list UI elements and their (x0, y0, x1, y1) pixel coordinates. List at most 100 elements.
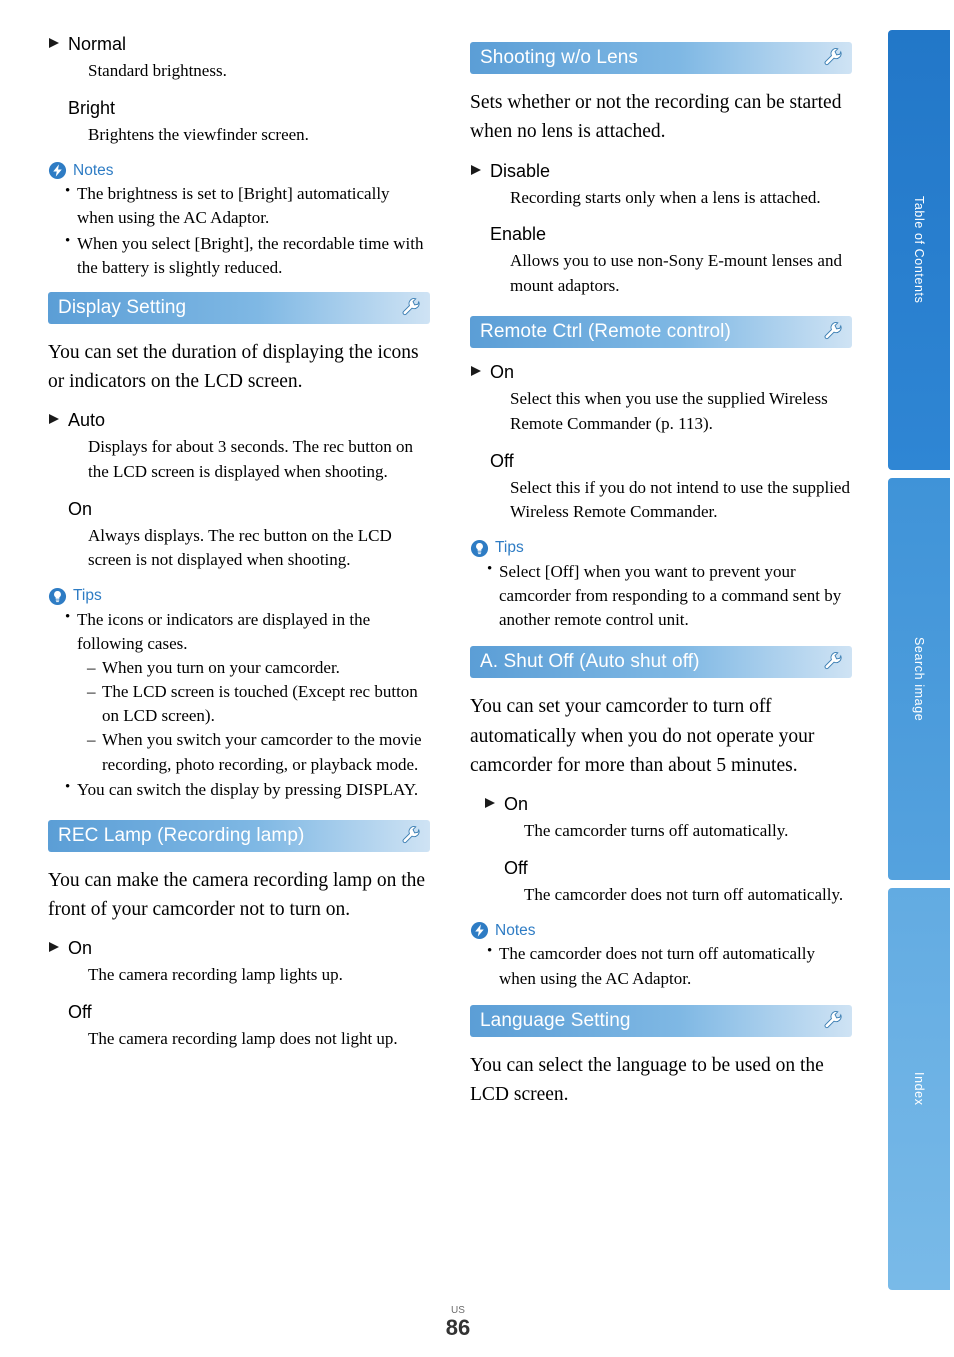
wrench-icon (822, 1010, 844, 1032)
left-column: Normal Standard brightness. Bright Brigh… (48, 34, 430, 1066)
page-footer: US 86 (418, 1305, 498, 1340)
triangle-bullet-icon (48, 938, 64, 953)
section-title: Display Setting (58, 296, 187, 318)
tips-sub-list: When you turn on your camcorder. The LCD… (77, 656, 430, 777)
section-header-rec-lamp: REC Lamp (Recording lamp) (48, 819, 430, 852)
option-description: Standard brightness. (88, 61, 227, 80)
list-item: The icons or indicators are displayed in… (65, 607, 430, 777)
page-number: 86 (445, 1314, 471, 1340)
list-item-text: The icons or indicators are displayed in… (77, 609, 371, 653)
tips-label: Tips (495, 539, 524, 557)
option-label: Auto (68, 410, 106, 431)
sidebar-item-table-of-contents[interactable]: Table of Contents (888, 30, 950, 470)
option-description: Select this if you do not intend to use … (510, 477, 850, 522)
notes-label: Notes (495, 921, 536, 939)
section-header-remote-ctrl: Remote Ctrl (Remote control) (470, 316, 852, 349)
option-row: Off (48, 1002, 430, 1023)
tips-icon (470, 539, 489, 558)
option-row: On (470, 794, 852, 815)
list-item: The LCD screen is touched (Except rec bu… (87, 680, 430, 728)
list-item: When you select [Bright], the recordable… (65, 231, 430, 280)
sidebar-item-search-image[interactable]: Search image (888, 478, 950, 880)
option-row: Normal (48, 34, 430, 55)
right-column: Shooting w/o Lens Sets whether or not th… (470, 34, 852, 1123)
option-label: Enable (490, 224, 547, 245)
tab-label-index: Index (912, 1072, 926, 1106)
section-header-auto-shut-off: A. Shut Off (Auto shut off) (470, 646, 852, 679)
list-item: Select [Off] when you want to prevent yo… (487, 559, 852, 632)
option-row: Enable (470, 224, 852, 245)
section-title: REC Lamp (Recording lamp) (58, 824, 305, 846)
option-label: Normal (68, 34, 127, 54)
wrench-icon (822, 651, 844, 673)
option-label: On (490, 362, 515, 383)
option-label: On (68, 938, 93, 959)
option-description: The camcorder does not turn off automati… (524, 884, 844, 904)
option-row: On (470, 362, 852, 383)
tab-label-table-of-contents: Table of Contents (912, 196, 926, 304)
section-body: You can select the language to be used o… (470, 1054, 824, 1105)
notes-icon (470, 921, 489, 940)
option-row: Off (470, 858, 852, 879)
notes-label: Notes (73, 161, 114, 179)
side-tab-rail: Table of Contents Search image Index (888, 30, 954, 1290)
triangle-bullet-icon (48, 34, 64, 49)
list-item: When you turn on your camcorder. (87, 656, 430, 680)
option-description: Allows you to use non-Sony E-mount lense… (510, 251, 842, 295)
option-description: Always displays. The rec button on the L… (88, 525, 392, 570)
tips-heading: Tips (470, 539, 852, 558)
section-body: You can set the duration of displaying t… (48, 341, 419, 393)
wrench-icon (400, 297, 422, 319)
triangle-bullet-icon (48, 410, 64, 425)
option-label: On (68, 498, 93, 519)
wrench-icon (400, 825, 422, 847)
option-label: On (504, 794, 529, 815)
tips-icon (48, 587, 67, 606)
notes-icon (48, 161, 67, 180)
triangle-bullet-icon (470, 362, 486, 377)
section-body: You can make the camera recording lamp o… (48, 869, 426, 921)
section-title: Language Setting (480, 1009, 631, 1031)
option-label: Off (490, 450, 514, 471)
tab-label-search-image: Search image (912, 636, 926, 722)
notes-heading: Notes (48, 161, 430, 180)
tips-label: Tips (73, 587, 102, 605)
notes-list: The brightness is set to [Bright] automa… (48, 181, 430, 280)
section-title: Remote Ctrl (Remote control) (480, 321, 731, 343)
option-row: On (48, 499, 430, 520)
section-title: Shooting w/o Lens (480, 47, 639, 68)
option-description: The camera recording lamp lights up. (88, 965, 343, 985)
option-description: Select this when you use the supplied Wi… (510, 389, 828, 434)
section-header-shooting-wo-lens: Shooting w/o Lens (470, 42, 852, 74)
option-label: Off (504, 857, 528, 878)
option-row: On (48, 938, 430, 959)
triangle-bullet-icon (470, 161, 486, 176)
option-label: Off (68, 1001, 92, 1022)
option-description: The camcorder turns off automatically. (524, 821, 789, 841)
wrench-icon (822, 321, 844, 343)
notes-list: The camcorder does not turn off automati… (470, 941, 852, 990)
tips-list: The icons or indicators are displayed in… (48, 607, 430, 802)
list-item: The brightness is set to [Bright] automa… (65, 181, 430, 230)
option-label: Disable (490, 160, 551, 181)
notes-heading: Notes (470, 921, 852, 940)
wrench-icon (822, 47, 844, 69)
list-item: You can switch the display by pressing D… (65, 777, 430, 802)
triangle-bullet-icon (484, 794, 500, 809)
section-title: A. Shut Off (Auto shut off) (480, 651, 700, 673)
section-header-language-setting: Language Setting (470, 1004, 852, 1037)
sidebar-item-index[interactable]: Index (888, 888, 950, 1290)
option-description: The camera recording lamp does not light… (88, 1028, 398, 1048)
section-header-display-setting: Display Setting (48, 291, 430, 324)
option-description: Displays for about 3 seconds. The rec bu… (88, 437, 413, 481)
section-body: You can set your camcorder to turn off a… (470, 696, 815, 776)
option-label: Bright (68, 97, 116, 118)
option-description: Recording starts only when a lens is att… (510, 187, 821, 207)
tips-heading: Tips (48, 587, 430, 606)
section-body: Sets whether or not the recording can be… (470, 92, 842, 143)
list-item: The camcorder does not turn off automati… (487, 941, 852, 990)
option-description: Brightens the viewfinder screen. (88, 124, 309, 144)
tips-list: Select [Off] when you want to prevent yo… (470, 559, 852, 632)
option-row: Disable (470, 161, 852, 182)
option-row: Bright (48, 98, 430, 119)
